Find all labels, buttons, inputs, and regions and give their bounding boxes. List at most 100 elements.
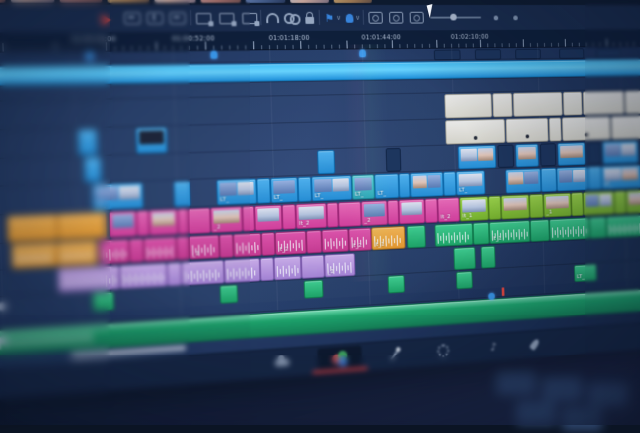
clip[interactable] [338,201,362,227]
clip[interactable] [326,202,338,227]
clip[interactable] [506,118,549,143]
clip[interactable] [119,263,168,289]
clip[interactable] [556,167,588,192]
clip[interactable] [260,257,275,281]
clip[interactable] [444,93,492,118]
clip[interactable] [625,90,640,114]
clip[interactable] [7,214,58,243]
clip[interactable]: lt_1 [489,220,531,244]
clip[interactable]: lt_2 [275,231,307,256]
clip[interactable] [589,217,607,239]
clip[interactable]: _1 [543,193,572,218]
clip[interactable] [549,217,589,241]
clip[interactable] [321,229,349,253]
clip[interactable] [93,292,115,312]
music-clip-marker-red[interactable] [502,287,505,296]
clip[interactable]: lt_2 [295,203,327,229]
clip[interactable] [219,234,234,258]
clip[interactable] [57,240,98,266]
clip[interactable] [473,222,490,245]
fusion-wand-icon[interactable] [384,345,405,363]
clip[interactable] [563,92,583,116]
clip[interactable] [407,225,426,248]
clip[interactable] [497,144,514,167]
clip[interactable] [387,200,399,225]
deliver-rocket-icon[interactable] [524,335,544,353]
clip[interactable] [530,219,550,242]
color-page-icon[interactable] [329,349,351,367]
clip[interactable] [386,148,402,172]
clip[interactable] [557,142,585,166]
clip[interactable] [388,275,405,294]
clip[interactable] [78,129,98,156]
clip[interactable] [242,206,255,232]
clip[interactable] [399,173,411,198]
clip[interactable] [254,205,282,231]
clip[interactable] [456,271,473,289]
clip[interactable]: lt_1 [459,196,489,221]
clip[interactable] [606,214,640,238]
clip[interactable] [583,191,614,216]
clip[interactable] [99,239,129,264]
clip[interactable] [181,260,224,286]
clip[interactable] [174,181,191,207]
clip[interactable]: LT_ [216,178,257,205]
clip[interactable] [301,255,325,279]
clip[interactable] [587,142,601,165]
clip[interactable] [129,238,144,262]
clip[interactable]: _2 [361,200,388,226]
clip[interactable] [492,93,512,117]
clip[interactable]: LT_ [601,165,640,190]
clip[interactable] [176,236,189,260]
clip[interactable]: LT_ [92,183,143,211]
clip[interactable]: LT_ [351,174,374,200]
clip[interactable] [614,190,627,214]
clip[interactable] [57,212,107,240]
clip[interactable] [306,230,322,254]
clip[interactable] [261,232,276,256]
clip[interactable] [317,150,335,174]
clip[interactable] [453,247,475,270]
clip[interactable] [445,119,505,145]
clip[interactable] [220,285,239,304]
clip[interactable] [233,233,262,258]
clip[interactable] [488,196,501,220]
clip[interactable] [583,91,625,115]
clip[interactable] [136,127,168,154]
clip[interactable] [571,192,584,216]
clip[interactable] [274,256,302,281]
clip[interactable] [84,157,102,183]
clip[interactable] [562,116,611,141]
clip[interactable] [588,166,602,190]
clip[interactable] [501,194,530,219]
clip[interactable] [541,168,557,192]
clip[interactable] [424,198,438,223]
fairlight-note-icon[interactable]: ♪ [483,338,503,356]
clip[interactable] [167,262,182,286]
clip[interactable] [515,144,539,168]
clip[interactable] [481,246,496,269]
clip[interactable] [188,208,211,234]
clip[interactable] [58,265,120,292]
clip[interactable] [143,237,177,262]
clip[interactable] [298,177,312,202]
clip[interactable] [282,204,296,230]
clip[interactable]: _2 [324,253,355,277]
clip[interactable] [443,171,456,196]
clip[interactable] [549,118,562,142]
clip[interactable] [256,178,271,204]
clip[interactable] [149,209,179,236]
clip[interactable]: lt_1 [371,226,405,250]
clip[interactable] [611,115,640,139]
clip[interactable]: LT_ [456,170,486,195]
cloud-icon[interactable] [271,354,293,373]
clip[interactable] [540,143,556,166]
clip[interactable] [513,92,563,117]
settings-gear-icon[interactable] [432,342,453,360]
clip[interactable] [626,189,640,214]
clip[interactable]: LT_ [374,173,399,198]
clip[interactable] [398,199,425,225]
clip[interactable] [529,194,544,218]
clip[interactable]: _2 [189,235,220,260]
clip[interactable] [224,258,261,283]
